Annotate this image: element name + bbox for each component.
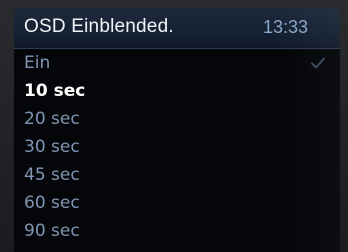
option-item-30-sec[interactable]: 30 sec — [14, 133, 340, 161]
clock: 13:33 — [262, 17, 308, 37]
option-label: 60 sec — [24, 193, 80, 213]
option-item-10-sec[interactable]: 10 sec — [14, 77, 340, 105]
option-label: 45 sec — [24, 165, 80, 185]
option-list: Ein 10 sec 20 sec 30 sec 45 sec 60 sec 9… — [14, 49, 340, 245]
option-item-ein[interactable]: Ein — [14, 49, 340, 77]
device-bezel: OSD Einblended. 13:33 Ein 10 sec 20 sec … — [0, 0, 348, 252]
osd-screen: OSD Einblended. 13:33 Ein 10 sec 20 sec … — [14, 8, 340, 252]
option-item-45-sec[interactable]: 45 sec — [14, 161, 340, 189]
option-item-90-sec[interactable]: 90 sec — [14, 217, 340, 245]
option-label: 30 sec — [24, 137, 80, 157]
option-item-60-sec[interactable]: 60 sec — [14, 189, 340, 217]
option-label: 90 sec — [24, 221, 80, 241]
header-bar: OSD Einblended. 13:33 — [14, 8, 340, 49]
option-label: 10 sec — [24, 81, 86, 101]
page-title: OSD Einblended. — [24, 16, 174, 37]
option-item-20-sec[interactable]: 20 sec — [14, 105, 340, 133]
option-label: Ein — [24, 53, 51, 73]
option-label: 20 sec — [24, 109, 80, 129]
checkmark-icon — [311, 57, 325, 69]
